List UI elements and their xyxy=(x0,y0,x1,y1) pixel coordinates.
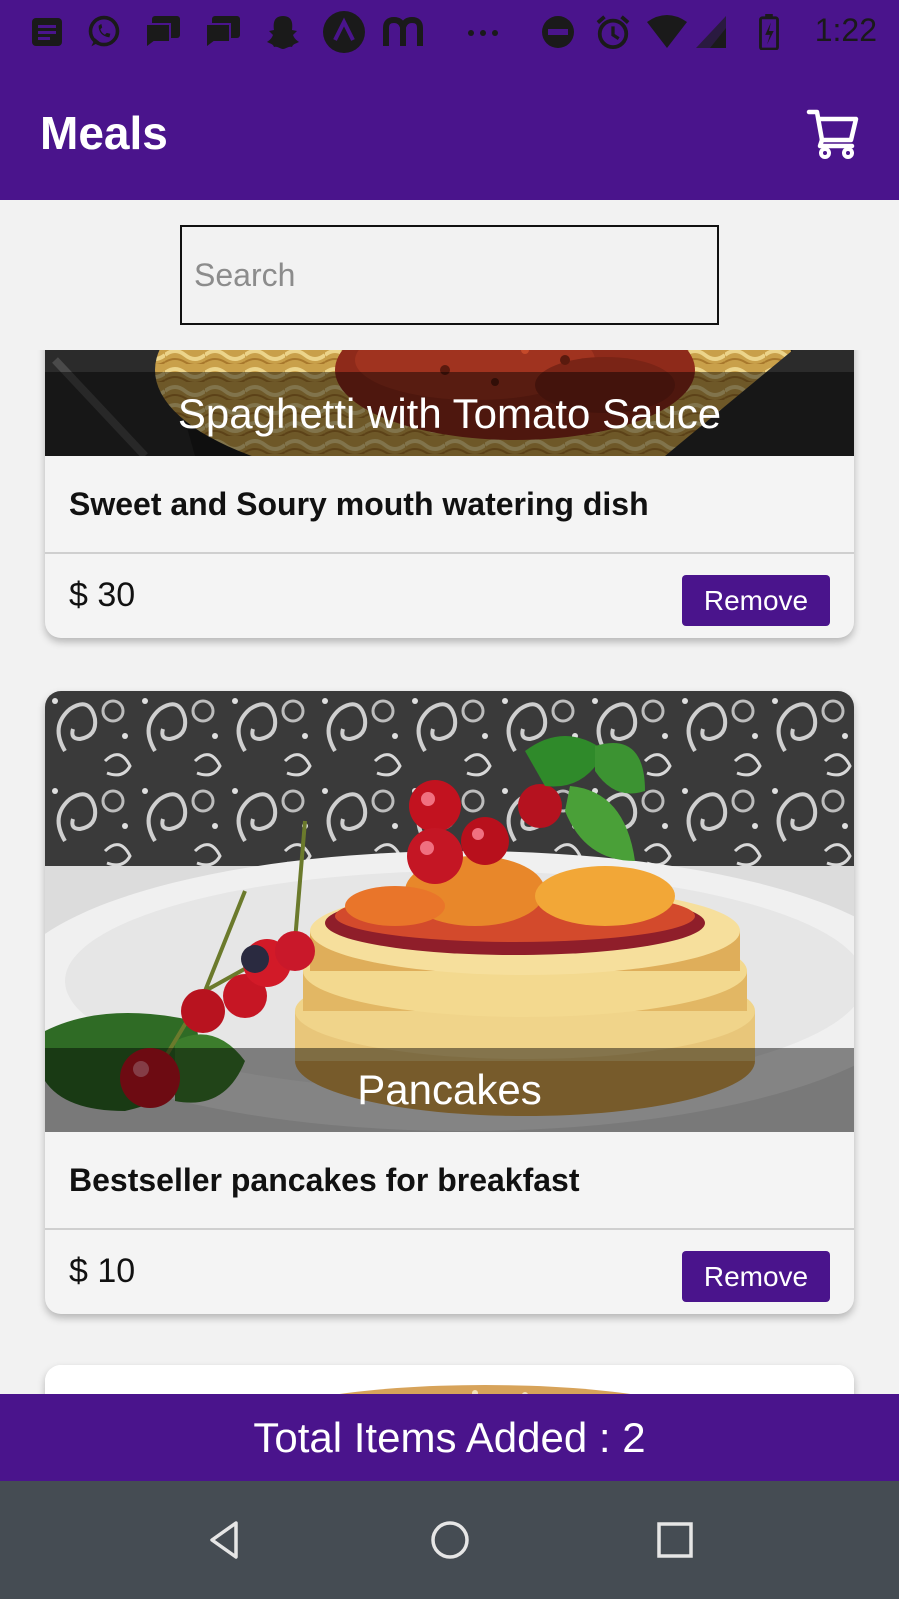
meal-card: Pancakes Bestseller pancakes for breakfa… xyxy=(45,691,854,1314)
cart-icon[interactable] xyxy=(805,104,861,160)
signal-icon xyxy=(696,16,726,48)
search-box xyxy=(180,225,719,325)
screen: 1:22 Meals Search Spaghetti with Tomato … xyxy=(0,0,899,1599)
status-time: 1:22 xyxy=(814,12,877,48)
recents-icon[interactable] xyxy=(648,1513,702,1567)
home-icon[interactable] xyxy=(423,1513,477,1567)
app-bar: Meals xyxy=(0,66,899,200)
chat-icon xyxy=(145,16,180,50)
meal-price: $ 10 xyxy=(69,1252,136,1290)
search-input[interactable] xyxy=(182,227,717,323)
status-bar: 1:22 xyxy=(0,0,899,66)
meal-list[interactable]: Spaghetti with Tomato Sauce Sweet and So… xyxy=(0,350,899,1394)
meal-card: Spaghetti with Tomato Sauce Sweet and So… xyxy=(45,350,854,638)
page-title: Meals xyxy=(40,107,168,159)
meal-name: Spaghetti with Tomato Sauce xyxy=(45,372,854,456)
meal-image xyxy=(45,1365,854,1394)
card-footer: $ 30 Remove xyxy=(45,554,854,638)
snapchat-icon xyxy=(267,16,299,49)
message-icon xyxy=(32,18,62,46)
total-items-bar: Total Items Added : 2 xyxy=(0,1394,899,1481)
more-icon xyxy=(468,30,498,36)
battery-icon xyxy=(759,14,779,50)
app-icon xyxy=(323,11,365,53)
meal-description: Sweet and Soury mouth watering dish xyxy=(45,456,854,554)
meal-description: Bestseller pancakes for breakfast xyxy=(45,1132,854,1230)
meal-card xyxy=(45,1365,854,1394)
meal-image: Spaghetti with Tomato Sauce xyxy=(45,350,854,456)
meal-name: Pancakes xyxy=(45,1048,854,1132)
dnd-icon xyxy=(542,16,574,48)
whatsapp-icon xyxy=(88,15,120,47)
back-icon[interactable] xyxy=(198,1513,252,1567)
wifi-icon xyxy=(647,15,687,48)
remove-button[interactable]: Remove xyxy=(682,575,830,626)
m-icon xyxy=(383,16,423,46)
remove-button[interactable]: Remove xyxy=(682,1251,830,1302)
system-nav-bar xyxy=(0,1481,899,1599)
card-footer: $ 10 Remove xyxy=(45,1230,854,1314)
alarm-icon xyxy=(596,15,630,50)
chat-icon xyxy=(205,16,240,50)
meal-image: Pancakes xyxy=(45,691,854,1132)
meal-price: $ 30 xyxy=(69,576,136,614)
